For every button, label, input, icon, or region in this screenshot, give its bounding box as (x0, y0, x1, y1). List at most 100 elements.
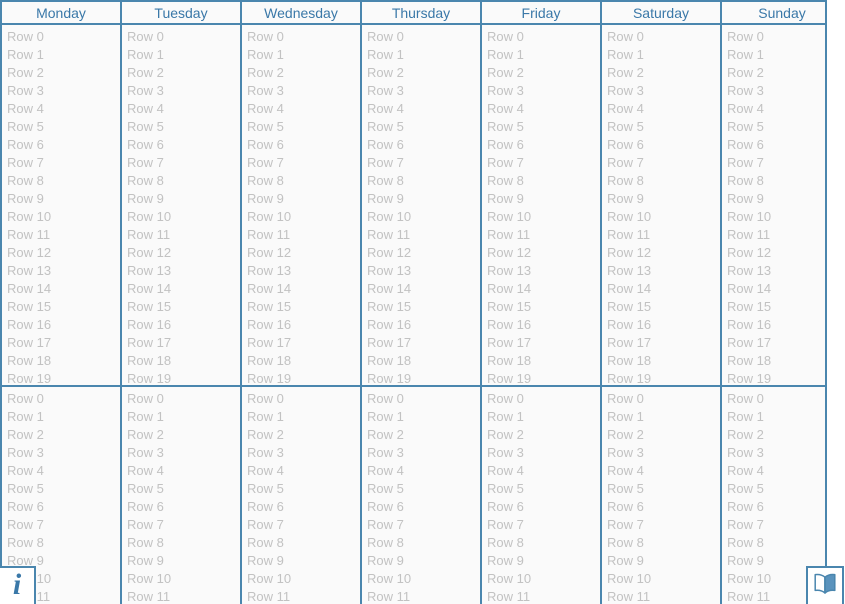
table-row: Row 4 (247, 463, 284, 478)
table-row: Row 5 (607, 119, 644, 134)
table-row: Row 17 (7, 335, 52, 350)
column-header-thursday[interactable]: Thursday (362, 2, 480, 25)
table-row: Row 7 (367, 155, 404, 170)
table-row: Row 17 (487, 335, 532, 350)
table-row: Row 1 (127, 47, 164, 62)
table-row: Row 3 (367, 445, 404, 460)
table-row: Row 12 (727, 245, 772, 260)
table-row: Row 1 (727, 47, 764, 62)
open-book-button[interactable] (806, 566, 844, 604)
table-row: Row 1 (367, 409, 404, 424)
table-row: Row 6 (607, 137, 644, 152)
day-column-thursday[interactable]: Thursday Row 0 Row 1 Row 2 Row 3 Row 4 Row 5R… (362, 2, 482, 387)
table-row: Row 0 (247, 29, 284, 44)
day-column-wednesday-lower[interactable]: Row 0 Row 1 Row 2 Row 3 Row 4 Row 5 Row 6 Row 7… (242, 387, 362, 604)
table-row: Row 10 (727, 209, 772, 224)
table-row: Row 15 (7, 299, 52, 314)
column-header-friday[interactable]: Friday (482, 2, 600, 25)
table-row: Row 11 (367, 589, 411, 604)
table-row: Row 7 (607, 155, 644, 170)
info-button[interactable]: i (0, 566, 36, 604)
table-row: Row 6 (127, 499, 164, 514)
table-row: Row 8 (727, 535, 764, 550)
table-row: Row 8 (367, 535, 404, 550)
table-row: Row 14 (607, 281, 652, 296)
table-row: Row 16 (607, 317, 652, 332)
column-header-monday[interactable]: Monday (2, 2, 120, 25)
table-row: Row 11 (247, 227, 291, 242)
table-row: Row 8 (127, 535, 164, 550)
table-row: Row 13 (247, 263, 292, 278)
table-row: Row 6 (7, 499, 44, 514)
table-row: Row 5 (487, 119, 524, 134)
day-column-tuesday-lower[interactable]: Row 0 Row 1 Row 2 Row 3 Row 4 Row 5 Row 6 Row 7… (122, 387, 242, 604)
table-row: Row 1 (487, 409, 524, 424)
column-header-saturday[interactable]: Saturday (602, 2, 720, 25)
table-row: Row 2 (7, 427, 44, 442)
table-row: Row 7 (367, 517, 404, 532)
day-column-sunday[interactable]: Sunday Row 0 Row 1 Row 2 Row 3 Row 4 Row 5 Row… (722, 2, 825, 387)
calendar-grid-page: Monday Row 0 Row 1 Row 2 Row 3 Row 4 Row 5 Row… (0, 0, 845, 604)
day-column-thursday-lower[interactable]: Row 0 Row 1 Row 2 Row 3 Row 4 Row 5 Row 6 Row 7… (362, 387, 482, 604)
table-row: Row 11 (247, 589, 291, 604)
table-row: Row 4 (367, 463, 404, 478)
column-header-tuesday[interactable]: Tuesday (122, 2, 240, 25)
column-body-friday: Row 0 Row 1 Row 2 Row 3 Row 4 Row 5 Row 6 Row 7… (482, 25, 600, 387)
table-row: Row 3 (727, 83, 764, 98)
day-column-friday-lower[interactable]: Row 0 Row 1 Row 2 Row 3 Row 4 Row 5 Row 6 Row 7… (482, 387, 602, 604)
column-body-tuesday: Row 0 Row 1 Row 2 Row 3 Row 4 Row 5 Row 6 Row 7… (122, 25, 240, 387)
table-row: Row 8 (367, 173, 404, 188)
table-row: Row 4 (607, 101, 644, 116)
column-header-wednesday[interactable]: Wednesday (242, 2, 360, 25)
day-column-friday[interactable]: Friday Row 0 Row 1 Row 2 Row 3 Row 4 Row 5 Row… (482, 2, 602, 387)
column-body-wednesday-lower: Row 0 Row 1 Row 2 Row 3 Row 4 Row 5 Row 6 Row 7… (242, 387, 360, 604)
table-row: Row 9 (487, 553, 524, 568)
table-row: Row 2 (727, 427, 764, 442)
table-row: Row 3 (607, 83, 644, 98)
table-row: Row 0 (487, 391, 524, 406)
table-row: Row 10 (487, 209, 532, 224)
table-row: Row 0 (487, 29, 524, 44)
table-row: Row 3 (127, 445, 164, 460)
table-row: Row 9 (247, 191, 284, 206)
table-row: Row 3 (247, 445, 284, 460)
table-row: Row 10 (127, 209, 172, 224)
table-row: Row 0 (247, 391, 284, 406)
column-header-sunday[interactable]: Sunday (722, 2, 825, 25)
table-row: Row 10 (367, 571, 412, 586)
table-row: Row 9 (367, 191, 404, 206)
table-row: Row 7 (7, 155, 44, 170)
table-row: Row 11 (487, 227, 531, 242)
table-row: Row 12 (7, 245, 52, 260)
table-row: Row 3 (367, 83, 404, 98)
table-row: Row 16 (727, 317, 772, 332)
table-row: Row 11 (367, 227, 411, 242)
column-body-tuesday-lower: Row 0 Row 1 Row 2 Row 3 Row 4 Row 5 Row 6 Row 7… (122, 387, 240, 604)
table-row: Row 16 (247, 317, 292, 332)
table-row: Row 8 (727, 173, 764, 188)
table-row: Row 6 (487, 137, 524, 152)
table-row: Row 13 (127, 263, 172, 278)
table-row: Row 18 (247, 353, 292, 368)
table-row: Row 0 (727, 391, 764, 406)
table-row: Row 12 (367, 245, 412, 260)
table-row: Row 6 (367, 499, 404, 514)
table-row: Row 10 (607, 571, 652, 586)
table-row: Row 4 (607, 463, 644, 478)
table-row: Row 1 (607, 409, 644, 424)
day-column-saturday-lower[interactable]: Row 0 Row 1 Row 2 Row 3 Row 4 Row 5 Row 6 Row 7… (602, 387, 722, 604)
table-row: Row 9 (607, 191, 644, 206)
table-row: Row 2 (127, 427, 164, 442)
table-row: Row 5 (7, 481, 44, 496)
table-row: Row 10 (247, 571, 292, 586)
day-column-tuesday[interactable]: Tuesday Row 0 Row 1 Row 2 Row 3 Row 4 Row 5 Ro… (122, 2, 242, 387)
table-row: Row 13 (7, 263, 52, 278)
table-row: Row 2 (127, 65, 164, 80)
day-column-monday[interactable]: Monday Row 0 Row 1 Row 2 Row 3 Row 4 Row 5 Row… (2, 2, 122, 387)
day-column-saturday[interactable]: Saturday Row 0 Row 1 Row 2 Row 3 Row 4 Row 5R… (602, 2, 722, 387)
table-row: Row 0 (7, 391, 44, 406)
table-row: Row 13 (727, 263, 772, 278)
day-column-wednesday[interactable]: Wednesday Row 0 Row 1 Row 2 Row 3 Row 4 Row 5… (242, 2, 362, 387)
table-row: Row 0 (367, 391, 404, 406)
table-row: Row 18 (127, 353, 172, 368)
